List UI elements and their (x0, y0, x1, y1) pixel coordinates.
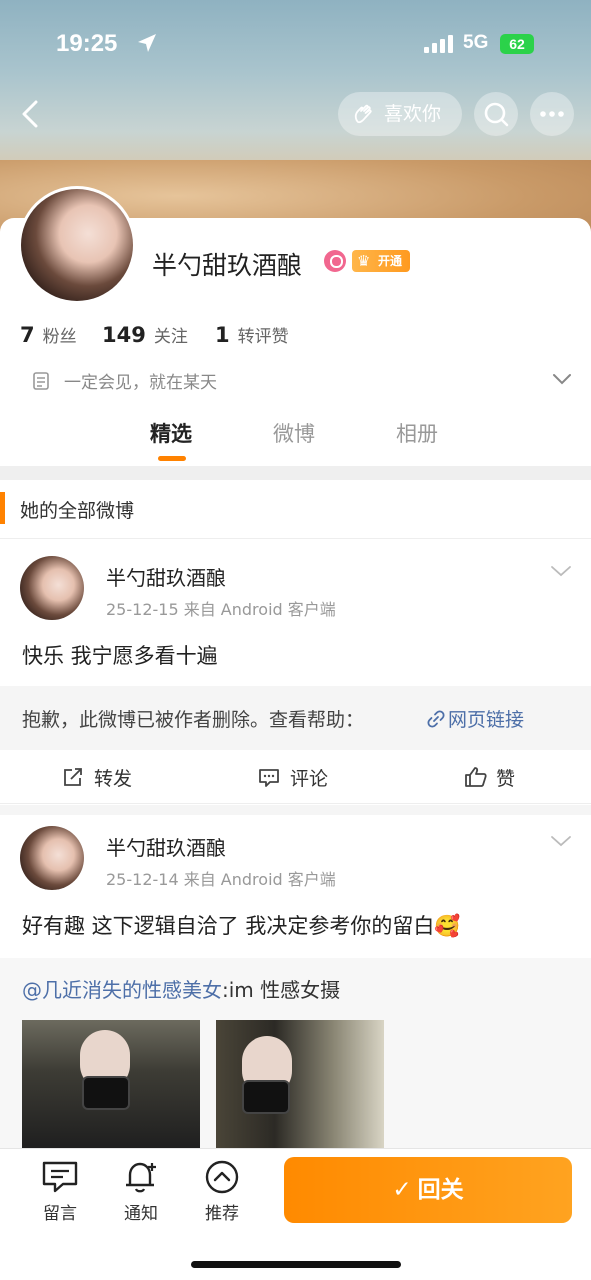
repost-photo[interactable] (22, 1020, 200, 1148)
repost-content: :im 性感女摄 (222, 978, 341, 1002)
bio-text: 一定会见，就在某天 (64, 373, 217, 393)
divider (0, 538, 591, 539)
location-arrow-icon (138, 34, 156, 52)
post-text-body: 好有趣 这下逻辑自洽了 我决定参考你的留白 (22, 914, 435, 938)
like-label: 赞 (496, 768, 516, 790)
battery-icon: 62 (500, 34, 540, 54)
more-icon (540, 111, 564, 117)
comment-icon (259, 769, 279, 787)
follow-back-label: 回关 (417, 1177, 464, 1203)
deleted-notice: 抱歉，此微博已被作者删除。查看帮助： (22, 709, 365, 731)
following-label: 关注 (153, 327, 188, 347)
notify-label: 通知 (124, 1204, 158, 1224)
post-meta: 25-12-14 来自 Android 客户端 (106, 866, 336, 890)
repost-text: @几近消失的性感美女:im 性感女摄 (22, 974, 340, 1003)
post-date: 25-12-15 (106, 600, 179, 619)
like-you-button[interactable]: 喜欢你 (338, 92, 462, 136)
repost-photo[interactable] (216, 1020, 384, 1148)
help-link-label: 网页链接 (448, 709, 525, 731)
repost-icon (64, 768, 82, 786)
more-button[interactable] (530, 92, 574, 136)
followers-count: 7 (20, 323, 35, 347)
camera-shape (242, 1080, 290, 1114)
post-date: 25-12-14 (106, 870, 179, 889)
stat-following[interactable]: 149 关注 (102, 322, 188, 347)
recommend-icon (205, 1160, 239, 1194)
post-author[interactable]: 半勺甜玖酒酿 (106, 832, 226, 861)
repost-box[interactable]: @几近消失的性感美女:im 性感女摄 (0, 958, 591, 1148)
deleted-repost-box: 抱歉，此微博已被作者删除。查看帮助： 网页链接 (0, 686, 591, 750)
post-text: 快乐 我宁愿多看十遍 (22, 644, 218, 668)
bottom-bar: 留言 通知 推荐 ✓ 回关 (0, 1148, 591, 1280)
chevron-down-icon[interactable] (550, 564, 572, 578)
follow-back-button[interactable]: ✓ 回关 (284, 1157, 572, 1223)
thumbs-up-icon (465, 767, 487, 787)
message-button[interactable]: 留言 (30, 1159, 90, 1224)
back-icon[interactable] (14, 96, 50, 132)
member-badge-icon[interactable] (324, 250, 346, 272)
emoji-icon: 🥰 (434, 914, 461, 938)
post-gap (0, 805, 591, 815)
interactions-label: 转评赞 (237, 327, 289, 347)
signal-icon (424, 35, 453, 53)
status-time: 19:25 (56, 30, 118, 57)
battery-level: 62 (500, 34, 534, 54)
post-avatar[interactable] (20, 826, 84, 890)
repost-user-link[interactable]: @几近消失的性感美女 (22, 978, 222, 1002)
message-icon (42, 1161, 78, 1193)
notify-button[interactable]: 通知 (111, 1159, 171, 1224)
tab-featured[interactable]: 精选 (150, 418, 192, 448)
section-title: 她的全部微博 (20, 500, 135, 522)
profile-avatar[interactable] (18, 186, 136, 304)
camera-shape (82, 1076, 130, 1110)
avatar-photo (20, 556, 84, 620)
avatar-photo (21, 189, 133, 301)
profile-name: 半勺甜玖酒酿 (152, 251, 303, 280)
section-accent-bar (0, 492, 5, 524)
vip-open-badge[interactable]: 开通 (352, 250, 410, 272)
stat-interactions[interactable]: 1 转评赞 (215, 322, 289, 347)
search-button[interactable] (474, 92, 518, 136)
post-actions: 转发 评论 赞 (0, 752, 591, 804)
section-gap (0, 466, 591, 480)
repost-label: 转发 (94, 768, 133, 790)
post-source: 来自 Android 客户端 (183, 600, 336, 619)
search-icon (484, 102, 509, 127)
document-icon (33, 372, 49, 390)
tab-weibo[interactable]: 微博 (273, 418, 315, 448)
like-you-label: 喜欢你 (384, 103, 442, 125)
chevron-down-icon[interactable] (552, 372, 572, 386)
chevron-down-icon[interactable] (550, 834, 572, 848)
post-text: 好有趣 这下逻辑自洽了 我决定参考你的留白🥰 (22, 910, 461, 940)
status-bar: 19:25 5G 62 (0, 24, 591, 64)
post-meta: 25-12-15 来自 Android 客户端 (106, 596, 336, 620)
avatar-photo (20, 826, 84, 890)
stat-followers[interactable]: 7 粉丝 (20, 322, 77, 347)
comment-label: 评论 (290, 768, 329, 790)
post-author[interactable]: 半勺甜玖酒酿 (106, 562, 226, 591)
following-count: 149 (102, 323, 146, 347)
profile-tabs: 精选 微博 相册 (0, 418, 591, 464)
interactions-count: 1 (215, 323, 230, 347)
post-source: 来自 Android 客户端 (183, 870, 336, 889)
tab-active-indicator (158, 456, 186, 461)
hand-heart-icon (354, 104, 372, 124)
recommend-label: 推荐 (205, 1204, 239, 1224)
network-type: 5G (463, 32, 489, 53)
check-icon: ✓ (392, 1177, 412, 1203)
section-header: 她的全部微博 (0, 488, 591, 532)
followers-label: 粉丝 (42, 327, 77, 347)
home-indicator[interactable] (191, 1261, 401, 1268)
link-icon (427, 710, 445, 728)
bell-icon (126, 1162, 156, 1193)
tab-album[interactable]: 相册 (396, 418, 438, 448)
post-avatar[interactable] (20, 556, 84, 620)
message-label: 留言 (43, 1204, 77, 1224)
recommend-button[interactable]: 推荐 (192, 1159, 252, 1224)
